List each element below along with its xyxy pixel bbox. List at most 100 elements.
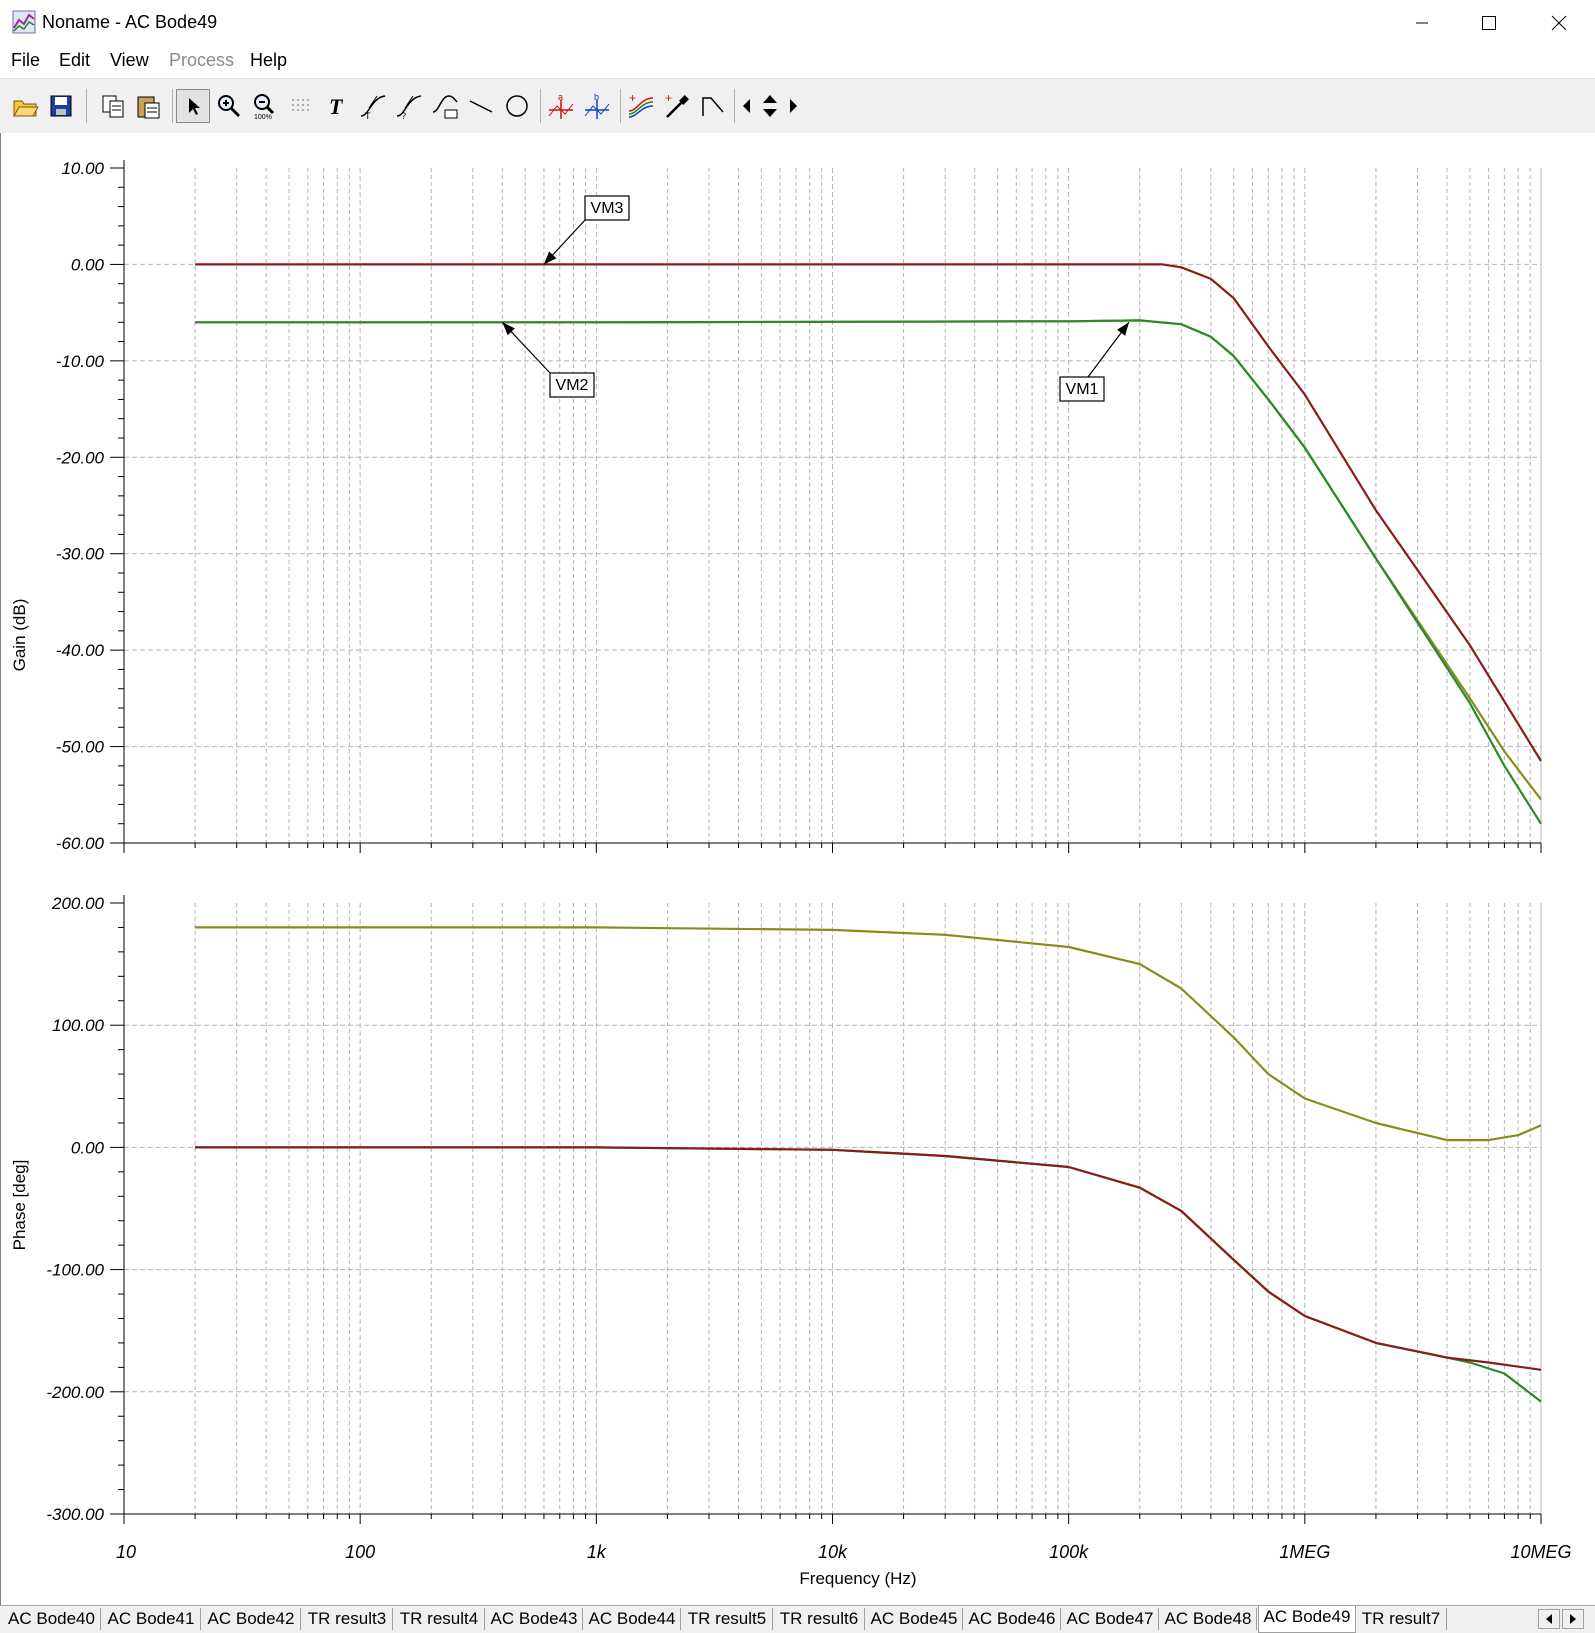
pointer-button[interactable]	[176, 89, 210, 123]
paste-button[interactable]	[132, 89, 166, 123]
gain-ytick-label: -20.00	[56, 448, 105, 467]
gain-series-vm3[interactable]	[195, 263, 1542, 762]
probe-icon: +	[665, 92, 689, 118]
curve-label-text: VM3	[591, 200, 624, 217]
curve-label-icon: T	[360, 95, 386, 120]
tab-ac-bode43[interactable]: AC Bode43	[486, 1608, 583, 1630]
grid-button[interactable]	[284, 89, 318, 123]
menu-help[interactable]: Help	[250, 50, 287, 71]
tab-ac-bode42[interactable]: AC Bode42	[202, 1608, 301, 1630]
gain-series-vm2[interactable]	[195, 319, 1542, 825]
tab-ac-bode46[interactable]: AC Bode46	[964, 1608, 1061, 1630]
menu-edit[interactable]: Edit	[59, 50, 90, 71]
marker-button[interactable]	[696, 89, 730, 123]
tab-tr-result6[interactable]: TR result6	[774, 1608, 865, 1630]
zoom-in-button[interactable]	[212, 89, 246, 123]
gain-ytick-label: -60.00	[56, 834, 105, 853]
cursor-a-button[interactable]: a	[544, 89, 578, 123]
toolbar-separator	[734, 89, 735, 123]
tab-tr-result5[interactable]: TR result5	[682, 1608, 773, 1630]
tab-ac-bode44[interactable]: AC Bode44	[584, 1608, 681, 1630]
circle-button[interactable]	[500, 89, 534, 123]
toolbar-separator	[540, 89, 541, 123]
curve-label-2-button[interactable]: ?	[392, 89, 426, 123]
scroll-right-button[interactable]	[784, 89, 802, 123]
gain-series[interactable]	[195, 263, 1542, 825]
tab-tr-result4[interactable]: TR result4	[394, 1608, 485, 1630]
toolbar-separator	[86, 89, 87, 123]
tab-scroll-right-button[interactable]	[1562, 1609, 1584, 1629]
tab-ac-bode47[interactable]: AC Bode47	[1062, 1608, 1159, 1630]
menu-file[interactable]: File	[11, 50, 40, 71]
text-icon: T	[329, 94, 344, 119]
grid-icon	[292, 99, 309, 111]
phase-series-line-1[interactable]	[195, 1146, 1542, 1403]
gain-ytick-label: -30.00	[56, 545, 105, 564]
curve-label-button[interactable]: T	[356, 89, 390, 123]
svg-text:b: b	[594, 92, 599, 102]
bode-plot[interactable]: 10.00 0.00 -10.00 -20.00 -30.00 -40.00 -50.00 -…	[1, 133, 1595, 1605]
copy-button[interactable]	[96, 89, 130, 123]
save-icon	[50, 95, 72, 117]
tab-ac-bode41[interactable]: AC Bode41	[102, 1608, 201, 1630]
toolbar-separator	[620, 89, 621, 123]
gain-ytick-label: -40.00	[56, 641, 105, 660]
svg-text:?: ?	[401, 111, 406, 120]
curve-label-arrowhead	[1117, 322, 1129, 336]
axis-label-button[interactable]	[428, 89, 462, 123]
minimize-button[interactable]	[1399, 6, 1445, 40]
gain-axes: 10.00 0.00 -10.00 -20.00 -30.00 -40.00 -50.00 -…	[56, 159, 1542, 853]
close-icon	[1551, 15, 1567, 31]
add-curve-button[interactable]: +	[624, 89, 658, 123]
zoom-in-icon	[218, 95, 241, 118]
svg-text:T: T	[329, 94, 344, 119]
tab-ac-bode45[interactable]: AC Bode45	[866, 1608, 963, 1630]
open-button[interactable]	[8, 89, 42, 123]
gain-ytick-label: -50.00	[56, 738, 105, 757]
x-tick-label: 100k	[1049, 1542, 1089, 1562]
tab-ac-bode48[interactable]: AC Bode48	[1160, 1608, 1257, 1630]
close-button[interactable]	[1536, 6, 1582, 40]
phase-ytick-label: -300.00	[46, 1505, 104, 1524]
analysis-chart-icon	[12, 10, 36, 34]
tab-tr-result7[interactable]: TR result7	[1356, 1608, 1447, 1630]
tab-scroll-left-icon	[1546, 1614, 1552, 1624]
x-tick-label: 10k	[818, 1542, 848, 1562]
circle-icon	[506, 95, 528, 117]
plot-area[interactable]: 10.00 0.00 -10.00 -20.00 -30.00 -40.00 -50.00 -…	[0, 133, 1595, 1605]
scroll-right-icon	[790, 99, 797, 113]
text-button[interactable]: T	[320, 89, 354, 123]
save-button[interactable]	[44, 89, 78, 123]
line-button[interactable]	[464, 89, 498, 123]
maximize-button[interactable]	[1466, 6, 1512, 40]
maximize-icon	[1482, 16, 1496, 30]
tab-scroll-right-icon	[1570, 1614, 1576, 1624]
minimize-icon	[1416, 22, 1428, 24]
phase-series-line-2[interactable]	[195, 1146, 1542, 1371]
svg-text:100%: 100%	[254, 114, 272, 120]
frequency-axis-label: Frequency (Hz)	[799, 1569, 916, 1588]
tab-scroll-left-button[interactable]	[1538, 1609, 1560, 1629]
menu-process[interactable]: Process	[169, 50, 234, 71]
menu-view[interactable]: View	[110, 50, 149, 71]
scroll-left-icon	[743, 99, 750, 113]
tab-tr-result3[interactable]: TR result3	[302, 1608, 393, 1630]
toolbar-separator	[172, 89, 173, 123]
paste-icon	[137, 96, 160, 119]
x-tick-label: 100	[345, 1542, 375, 1562]
pointer-icon	[189, 98, 200, 115]
phase-ytick-label: 200.00	[51, 894, 105, 913]
tab-ac-bode40[interactable]: AC Bode40	[3, 1608, 101, 1630]
x-tick-label: 10MEG	[1510, 1542, 1571, 1562]
phase-series[interactable]	[195, 926, 1542, 1403]
zoom-100-icon: 100%	[254, 94, 275, 120]
cursor-b-button[interactable]: b	[580, 89, 614, 123]
tab-ac-bode49[interactable]: AC Bode49	[1258, 1606, 1356, 1633]
probe-button[interactable]: +	[660, 89, 694, 123]
svg-text:T: T	[365, 111, 371, 120]
zoom-100-button[interactable]: 100%	[248, 89, 282, 123]
gain-series-vm1[interactable]	[195, 319, 1542, 801]
scroll-up-down-button[interactable]	[758, 89, 782, 123]
scroll-left-button[interactable]	[738, 89, 756, 123]
phase-series-line-0[interactable]	[195, 926, 1542, 1142]
